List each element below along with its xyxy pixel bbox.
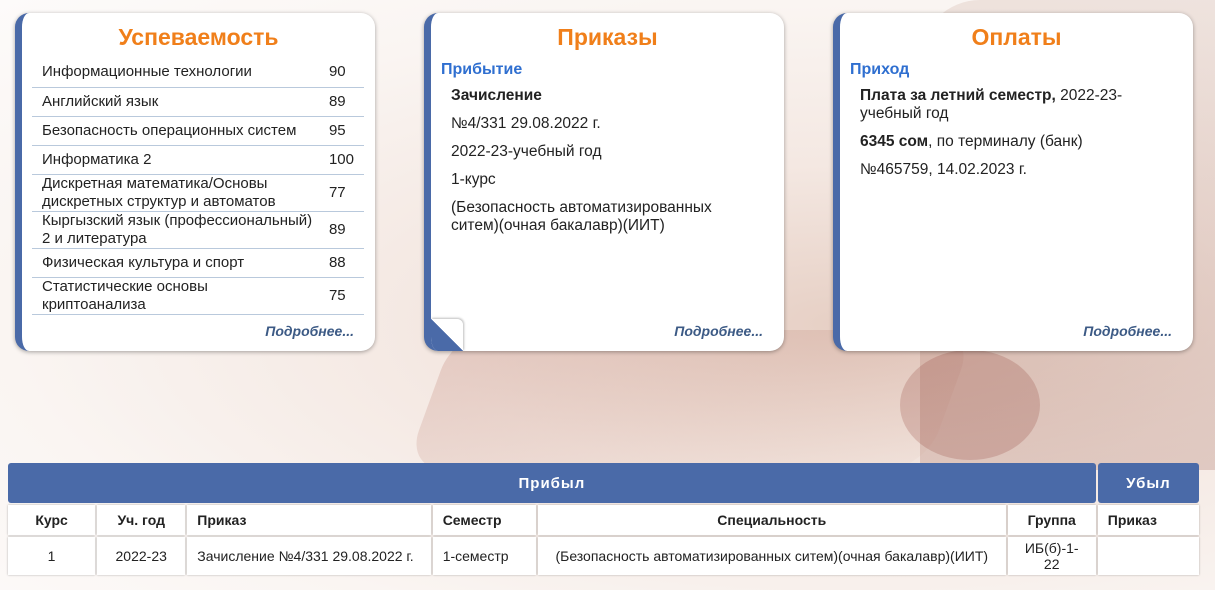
background-decoration (900, 350, 1040, 460)
cell-semester: 1-семестр (432, 537, 536, 575)
grade-value: 95 (322, 116, 364, 146)
table-row: Статистические основы криптоанализа 75 (32, 277, 364, 315)
subject-name: Информационные технологии (32, 58, 323, 88)
table-row: Дискретная математика/Основы дискретных … (32, 174, 364, 212)
subject-name: Кыргызский язык (профессиональный) 2 и л… (32, 211, 323, 249)
order-specialty: (Безопасность автоматизированных ситем)(… (451, 199, 712, 234)
movement-table: Прибыл Убыл Курс Уч. год Приказ Семестр … (6, 461, 1201, 577)
cell-departure-order (1097, 537, 1199, 575)
payment-receipt: №465759, 14.02.2023 г. (860, 161, 1027, 178)
subject-name: Безопасность операционных систем (32, 116, 323, 146)
grade-value: 89 (322, 87, 364, 117)
subject-name: Информатика 2 (32, 145, 323, 175)
background-decoration (404, 330, 976, 470)
subject-name: Английский язык (32, 87, 323, 117)
column-header: Группа (1007, 505, 1096, 535)
grades-table: Информационные технологии 90 Английский … (32, 58, 364, 315)
payments-title: Оплаты (971, 24, 1062, 50)
column-header: Курс (8, 505, 96, 535)
grade-value: 88 (322, 248, 364, 278)
grade-value: 75 (322, 277, 364, 315)
table-group-header: Прибыл Убыл (8, 463, 1199, 503)
payments-body: Плата за летний семестр, 2022-23-учебный… (860, 87, 1193, 179)
grades-more-link[interactable]: Подробнее... (265, 323, 354, 339)
payment-amount-rest: , по терминалу (банк) (928, 133, 1083, 150)
order-number: №4/331 29.08.2022 г. (451, 115, 601, 132)
subject-name: Статистические основы криптоанализа (32, 277, 323, 315)
table-row: Кыргызский язык (профессиональный) 2 и л… (32, 211, 364, 249)
payment-purpose-bold: Плата за летний семестр, (860, 87, 1056, 104)
table-row: Информатика 2 100 (32, 145, 364, 175)
grade-value: 77 (322, 174, 364, 212)
column-header: Специальность (537, 505, 1006, 535)
orders-title: Приказы (557, 24, 658, 50)
group-arrival: Прибыл (8, 463, 1096, 503)
table-row: Информационные технологии 90 (32, 58, 364, 88)
cell-course: 1 (8, 537, 96, 575)
order-course: 1-курс (451, 171, 496, 188)
column-header: Семестр (432, 505, 536, 535)
subject-name: Физическая культура и спорт (32, 248, 323, 278)
cell-order: Зачисление №4/331 29.08.2022 г. (187, 537, 431, 575)
payments-card: Оплаты Приход Плата за летний семестр, 2… (833, 13, 1193, 351)
table-header-row: Курс Уч. год Приказ Семестр Специальност… (8, 505, 1199, 535)
orders-card: Приказы Прибытие Зачисление №4/331 29.08… (424, 13, 784, 351)
payment-purpose: Плата за летний семестр, 2022-23-учебный… (860, 87, 1160, 123)
grades-card: Успеваемость Информационные технологии 9… (15, 13, 375, 351)
column-header: Уч. год (97, 505, 186, 535)
subject-name: Дискретная математика/Основы дискретных … (32, 174, 323, 212)
table-row: Физическая культура и спорт 88 (32, 248, 364, 278)
table-row: Безопасность операционных систем 95 (32, 116, 364, 146)
orders-more-link[interactable]: Подробнее... (674, 323, 763, 339)
grade-value: 100 (322, 145, 364, 175)
cell-year: 2022-23 (97, 537, 186, 575)
payment-amount: 6345 сом, по терминалу (банк) (860, 133, 1193, 151)
payments-more-link[interactable]: Подробнее... (1083, 323, 1172, 339)
corner-fold-icon (431, 319, 463, 351)
grade-value: 89 (322, 211, 364, 249)
grade-value: 90 (322, 58, 364, 88)
orders-subtitle: Прибытие (441, 61, 523, 78)
grades-title: Успеваемость (118, 24, 279, 50)
cell-group: ИБ(б)-1-22 (1007, 537, 1096, 575)
payment-amount-bold: 6345 сом (860, 133, 929, 150)
column-header: Приказ (187, 505, 431, 535)
column-header: Приказ (1097, 505, 1199, 535)
cell-specialty: (Безопасность автоматизированных ситем)(… (537, 537, 1006, 575)
group-departure: Убыл (1097, 463, 1199, 503)
order-year: 2022-23-учебный год (451, 143, 602, 160)
orders-body: Зачисление №4/331 29.08.2022 г. 2022-23-… (451, 87, 784, 235)
order-heading: Зачисление (451, 87, 542, 104)
table-row: Английский язык 89 (32, 87, 364, 117)
table-row: 1 2022-23 Зачисление №4/331 29.08.2022 г… (8, 537, 1199, 575)
payments-subtitle: Приход (850, 61, 910, 78)
